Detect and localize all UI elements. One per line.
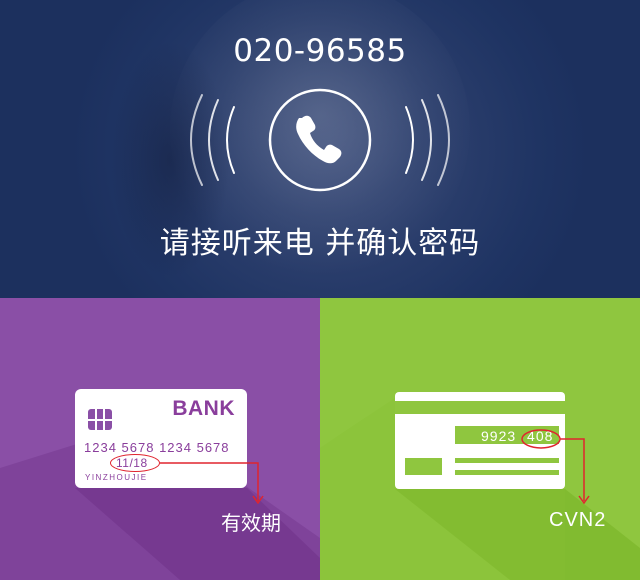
sound-wave-left-3 <box>190 94 203 186</box>
phone-circle <box>268 88 372 192</box>
phone-number: 020-96585 <box>233 33 407 69</box>
expiry-callout-arrow <box>160 462 264 505</box>
phone-handset <box>296 115 342 164</box>
cvn-callout-arrow <box>521 429 590 505</box>
sound-wave-right-2 <box>421 99 432 181</box>
top-banner: 020-96585 请接听来电 并确认密码 <box>0 0 640 298</box>
sound-wave-right-1 <box>405 106 414 174</box>
sound-wave-left-2 <box>208 99 219 181</box>
cvn-panel: 9923 408 CVN2 <box>320 298 640 580</box>
expiry-panel: BANK 1234 5678 1234 5678 11/18 YINZHOUJI… <box>0 298 320 580</box>
cvn-label: CVN2 <box>549 509 607 531</box>
sound-wave-right-3 <box>437 94 450 186</box>
expiry-label: 有效期 <box>221 511 281 535</box>
headline: 请接听来电 并确认密码 <box>159 226 481 261</box>
sound-wave-left-1 <box>226 106 235 174</box>
phone-ringing-icon <box>190 88 450 192</box>
